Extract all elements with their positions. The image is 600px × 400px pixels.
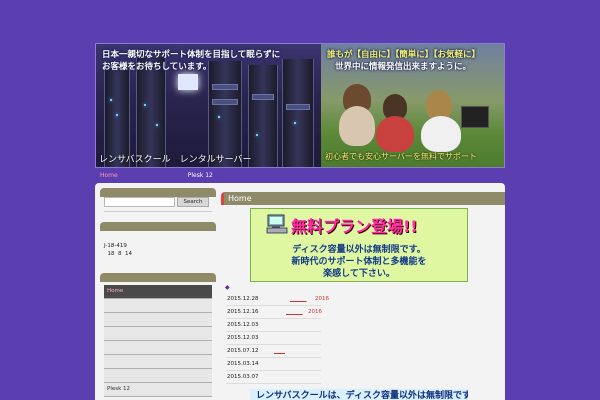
banner-right-text-2: 世界中に情報発信出来ますように。 — [335, 62, 472, 72]
search-widget-header — [100, 188, 216, 197]
news-row[interactable]: 2015.12.03 — [226, 319, 321, 332]
news-date: 2015.12.03 — [227, 335, 259, 341]
free-plan-banner[interactable]: 無料プラン登場!! ディスク容量以外は無制限です。 新時代のサポート体制と多機能… — [250, 208, 468, 282]
menu-item-plesk[interactable]: Plesk 12 — [104, 383, 212, 397]
diamond-icon: ◆ — [225, 284, 230, 291]
news-year[interactable]: 2016 — [308, 306, 322, 318]
menu-item[interactable] — [104, 313, 212, 327]
banner-right-text-1: 誰もが【自由に】【簡単に】【お気軽に】 — [327, 50, 481, 60]
news-row[interactable]: 2015.03.14 — [226, 358, 321, 371]
news-list: 2015.12.28 2016 2015.12.16 2016 2015.12.… — [226, 293, 329, 384]
page-title: Home — [221, 192, 505, 205]
header-banner[interactable]: 日本一親切なサポート体制を目指して眠らずに お客様をお待ちしています。 レンサバ… — [95, 43, 505, 168]
news-row[interactable]: 2015.12.16 2016 — [226, 306, 322, 319]
banner-left-text-2: お客様をお待ちしています。 — [102, 62, 212, 72]
news-link[interactable] — [290, 293, 307, 305]
news-row[interactable]: 2015.03.07 — [226, 371, 321, 384]
computer-icon — [266, 214, 288, 234]
intro-text: レンサバスクールは、ディスク容量以外は無制限です。 — [250, 389, 468, 400]
menu-item[interactable] — [104, 369, 212, 383]
laptop-image — [461, 106, 489, 128]
news-date: 2015.07.12 — [227, 348, 259, 354]
banner-left-text-1: 日本一親切なサポート体制を目指して眠らずに — [102, 50, 281, 60]
info-widget-header — [100, 222, 216, 231]
light-glow — [178, 74, 198, 90]
news-row[interactable]: 2015.07.12 — [226, 345, 321, 358]
news-date: 2015.03.14 — [227, 361, 259, 367]
nav-plesk-link[interactable]: Plesk 12 — [188, 172, 213, 179]
news-date: 2015.12.03 — [227, 322, 259, 328]
news-row[interactable]: 2015.12.28 2016 — [226, 293, 329, 306]
sidebar-menu: Home Plesk 12 — [104, 285, 212, 397]
main-panel: Search J-18-419 18 8 14 Home Plesk 12 Ho… — [95, 183, 505, 400]
info-text: J-18-419 18 8 14 — [104, 243, 132, 257]
family-photo: 誰もが【自由に】【簡単に】【お気軽に】 世界中に情報発信出来ますように。 初心者… — [321, 44, 504, 167]
divider — [104, 211, 212, 212]
search-button[interactable]: Search — [177, 197, 209, 207]
menu-item[interactable] — [104, 341, 212, 355]
menu-item[interactable] — [104, 299, 212, 313]
banner-left-caption: レンサバスクール レンタルサーバー — [99, 155, 252, 165]
promo-title: 無料プラン登場!! — [291, 217, 418, 236]
menu-widget-header — [100, 273, 216, 282]
news-row[interactable]: 2015.12.03 — [226, 332, 321, 345]
promo-text-3: 楽感して下さい。 — [323, 269, 395, 279]
menu-item-home[interactable]: Home — [104, 285, 212, 299]
news-date: 2015.03.07 — [227, 374, 259, 380]
news-date: 2015.12.16 — [227, 309, 259, 315]
menu-item[interactable] — [104, 355, 212, 369]
top-navigation: Home Plesk 12 — [95, 170, 505, 181]
menu-item[interactable] — [104, 327, 212, 341]
nav-home-link[interactable]: Home — [100, 172, 118, 179]
banner-right-caption: 初心者でも安心サーバーを無料でサポート — [325, 152, 477, 161]
news-link[interactable] — [274, 345, 285, 357]
news-date: 2015.12.28 — [227, 296, 259, 302]
news-link[interactable] — [286, 306, 303, 318]
server-room-image: 日本一親切なサポート体制を目指して眠らずに お客様をお待ちしています。 レンサバ… — [96, 44, 321, 167]
news-year[interactable]: 2016 — [315, 293, 329, 305]
search-input[interactable] — [104, 197, 175, 207]
